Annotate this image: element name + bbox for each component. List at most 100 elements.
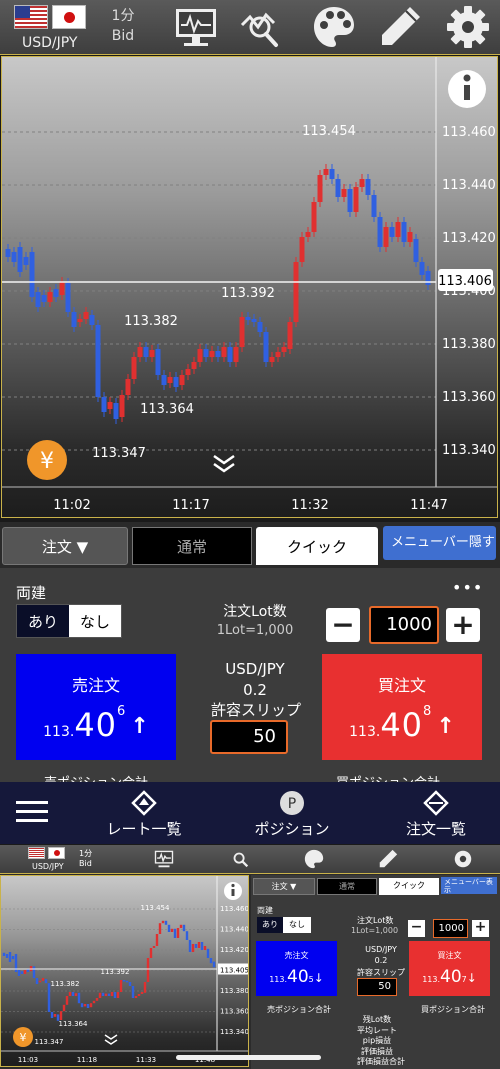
mini-candle — [89, 1003, 93, 1008]
slippage-label: 許容スリップ — [210, 701, 301, 719]
mini-price-annotation: 113.382 — [51, 980, 80, 988]
mini-hedge-off[interactable]: なし — [283, 917, 311, 933]
nav-rate-list[interactable]: レート一覧 — [96, 790, 192, 839]
price-annotation: 113.382 — [124, 314, 178, 329]
indicator-search-icon[interactable] — [238, 3, 286, 51]
mini-candle — [173, 928, 177, 938]
mini-sell-order-button[interactable]: 売注文 113.405↓ — [256, 941, 337, 996]
candle-body — [47, 292, 53, 302]
mini-candle — [137, 994, 141, 996]
mini-gear-icon[interactable] — [452, 848, 474, 870]
mini-info-icon[interactable] — [224, 882, 242, 900]
mini-candle — [44, 979, 48, 984]
tab-order-menu[interactable]: 注文 ▼ — [2, 527, 128, 565]
hamburger-menu-icon[interactable] — [16, 800, 48, 824]
hide-menubar-button[interactable]: メニューバー隠す — [383, 526, 496, 560]
yen-icon[interactable]: ¥ — [27, 440, 67, 480]
mini-candle — [206, 948, 210, 958]
y-tick-label: 113.440 — [442, 178, 496, 193]
mini-buy-order-button[interactable]: 買注文 113.407↓ — [409, 941, 490, 996]
mini-expand-chevron-icon[interactable] — [104, 1034, 118, 1045]
currency-pair-label: USD/JPY — [22, 35, 78, 51]
palette-icon[interactable] — [310, 3, 358, 51]
mini-candle — [101, 992, 105, 996]
mini-candle — [149, 948, 153, 958]
mini-candle — [65, 996, 69, 1005]
mini-slippage-input[interactable]: 50 — [357, 978, 397, 996]
price-annotation: 113.364 — [140, 402, 194, 417]
lot-quantity-input[interactable]: 1000 — [369, 606, 439, 644]
candle-body — [359, 179, 365, 187]
mini-candle — [83, 1004, 87, 1007]
mini-position-stat-label: 残Lot数 — [362, 1015, 392, 1024]
mini-candle — [50, 1012, 54, 1018]
buy-position-total-label: 買ポジション合計 — [336, 772, 440, 782]
mini-candle — [41, 978, 45, 981]
sell-price: 113.406 ↑ — [43, 704, 149, 744]
more-options-icon[interactable]: ••• — [452, 578, 483, 597]
candle-body — [413, 239, 419, 262]
mini-y-tick-label: 113.460 — [220, 905, 249, 913]
lot-decrease-button[interactable]: − — [326, 608, 360, 642]
mini-candle — [92, 1000, 96, 1004]
mini-y-tick-label: 113.420 — [220, 946, 249, 954]
candle-body — [17, 247, 23, 272]
candle-body — [239, 317, 245, 347]
candle-body — [149, 350, 155, 357]
mini-candlestick-chart: 113.460 113.440 113.420 113.405 113.380 113.3… — [1, 876, 249, 1064]
mini-lot-decrease-button[interactable]: − — [408, 920, 425, 937]
mini-candle — [164, 920, 168, 925]
mini-slippage-label: 許容スリップ — [357, 968, 405, 977]
expand-chevron-icon[interactable] — [213, 454, 235, 473]
mini-chart-monitor-icon[interactable] — [152, 848, 176, 870]
hedge-off-option[interactable]: なし — [69, 605, 121, 637]
mini-price-annotation: 113.454 — [141, 904, 170, 912]
y-tick-label: 113.460 — [442, 125, 496, 140]
mini-candle — [8, 952, 12, 962]
mini-hedge-on[interactable]: あり — [257, 917, 283, 933]
tab-normal[interactable]: 通常 — [132, 527, 252, 565]
buy-order-button[interactable]: 買注文 113.408 ↑ — [322, 654, 482, 760]
sell-order-button[interactable]: 売注文 113.406 ↑ — [16, 654, 176, 760]
mini-lot-increase-button[interactable]: + — [472, 920, 489, 937]
mini-show-menubar-button[interactable]: メニューバー表示 — [441, 877, 497, 894]
slippage-input[interactable]: 50 — [210, 720, 288, 754]
mini-palette-icon[interactable] — [302, 848, 326, 870]
mini-lot-input[interactable]: 1000 — [433, 919, 468, 938]
price-type-label: Bid — [111, 28, 135, 44]
mini-yen-icon[interactable]: ¥ — [13, 1027, 33, 1047]
sell-position-total-label: 売ポジション合計 — [44, 772, 148, 782]
mini-order-pair: USD/JPY — [365, 945, 397, 954]
jp-flag-icon — [52, 5, 86, 29]
mini-price-chart[interactable]: 113.460 113.440 113.420 113.405 113.380 113.3… — [0, 875, 249, 1067]
tab-quick[interactable]: クイック — [256, 527, 378, 565]
mini-position-stat-label: pip損益 — [362, 1036, 392, 1045]
candle-body — [215, 351, 221, 357]
chart-monitor-icon[interactable] — [172, 3, 220, 51]
order-pair-label: USD/JPY — [225, 660, 285, 678]
nav-positions[interactable]: P ポジション — [244, 790, 340, 839]
lot-increase-button[interactable]: + — [446, 608, 480, 642]
mini-pencil-icon[interactable] — [376, 848, 400, 870]
timeframe-selector[interactable]: 1分 Bid — [108, 6, 138, 46]
mini-indicator-search-icon[interactable] — [228, 848, 252, 870]
candle-body — [263, 332, 269, 362]
mini-us-flag-icon — [28, 847, 45, 859]
mini-y-tick-label: 113.405 — [220, 967, 249, 975]
currency-pair-selector[interactable]: USD/JPY — [14, 4, 94, 52]
mini-candle — [161, 920, 165, 924]
hedge-on-option[interactable]: あり — [17, 605, 69, 637]
candle-body — [317, 175, 323, 202]
gear-icon[interactable] — [444, 3, 492, 51]
mini-candle — [158, 923, 162, 934]
mini-tab-order[interactable]: 注文 ▼ — [253, 878, 315, 895]
price-chart[interactable]: 113.460 113.440 113.420 113.400 113.380 113.3… — [1, 56, 498, 518]
pencil-icon[interactable] — [376, 3, 424, 51]
mini-tab-normal[interactable]: 通常 — [317, 878, 377, 895]
hedge-toggle: あり なし — [16, 604, 122, 638]
mini-tab-quick[interactable]: クイック — [379, 878, 439, 895]
mini-candle — [35, 978, 39, 984]
candle-body — [95, 325, 101, 397]
info-icon[interactable] — [448, 70, 486, 108]
nav-order-list[interactable]: 注文一覧 — [388, 790, 484, 839]
